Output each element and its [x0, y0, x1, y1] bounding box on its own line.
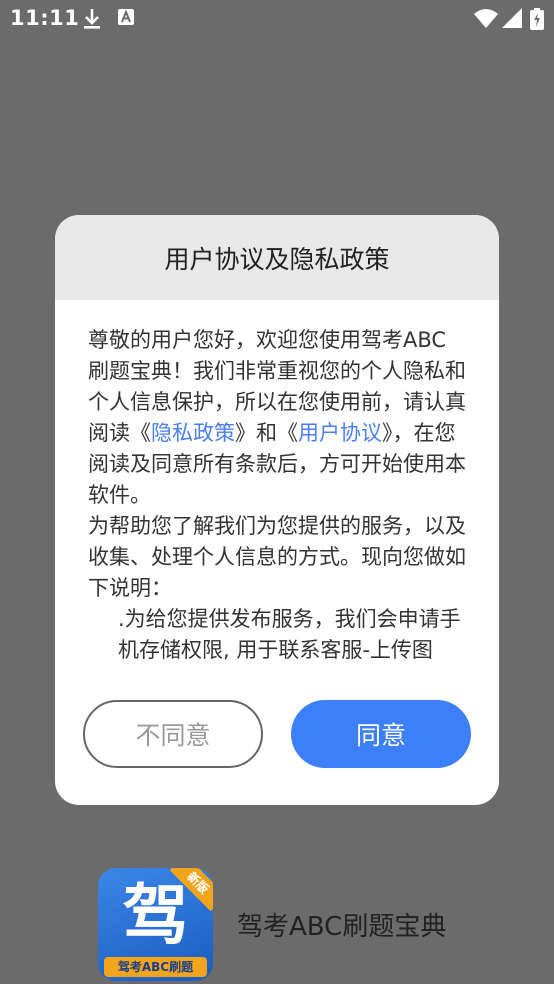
user-agreement-link[interactable]: 用户协议	[298, 421, 382, 445]
a-icon	[118, 8, 134, 30]
wifi-icon	[474, 8, 498, 32]
status-bar: 11:11	[0, 0, 554, 38]
download-icon	[82, 8, 102, 34]
privacy-dialog: 用户协议及隐私政策 尊敬的用户您好，欢迎您使用驾考ABC刷题宝典！我们非常重视您…	[55, 215, 499, 805]
dialog-header: 用户协议及隐私政策	[55, 215, 499, 300]
link-separator: 》和《	[235, 421, 298, 445]
permission-paragraph: .为给您提供发布服务，我们会申请手机存储权限, 用于联系客服-上传图	[118, 607, 461, 662]
signal-icon	[502, 8, 522, 32]
app-icon: 驾 新版 驾考ABC刷题	[98, 868, 213, 981]
app-icon-caption: 驾考ABC刷题	[104, 957, 207, 977]
explanation-paragraph: 为帮助您了解我们为您提供的服务，以及收集、处理个人信息的方式。现向您做如下说明：	[88, 514, 466, 600]
dialog-body[interactable]: 尊敬的用户您好，欢迎您使用驾考ABC刷题宝典！我们非常重视您的个人隐私和个人信息…	[88, 325, 466, 687]
battery-icon	[530, 8, 544, 34]
decline-button[interactable]: 不同意	[83, 700, 263, 768]
bracket-open: 《	[130, 421, 151, 445]
app-name: 驾考ABC刷题宝典	[237, 912, 447, 942]
status-time: 11:11	[10, 6, 80, 30]
agree-button[interactable]: 同意	[291, 700, 471, 768]
intro-paragraph: 尊敬的用户您好，欢迎您使用驾考ABC刷题宝典！我们非常重视您的个人隐私和个人信息…	[88, 325, 466, 511]
privacy-policy-link[interactable]: 隐私政策	[151, 421, 235, 445]
dialog-title: 用户协议及隐私政策	[164, 244, 390, 274]
